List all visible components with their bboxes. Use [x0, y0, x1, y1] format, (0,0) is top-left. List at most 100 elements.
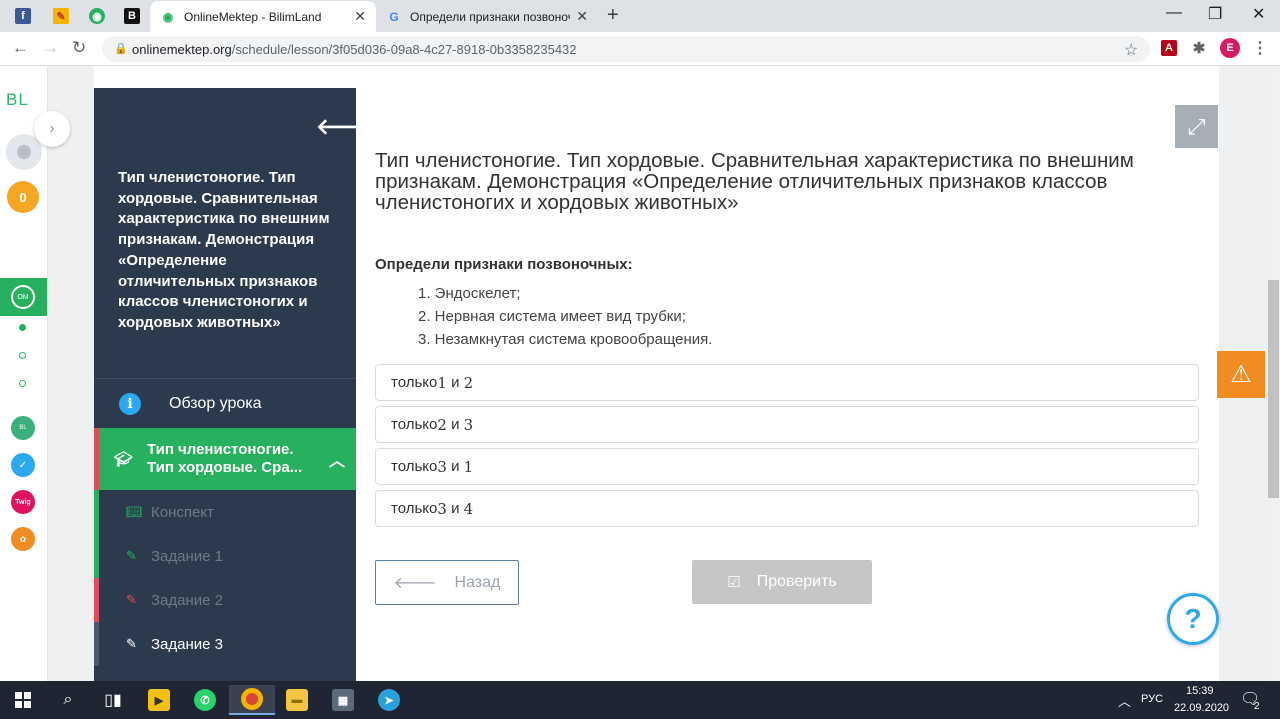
- window-close-button[interactable]: ✕: [1252, 4, 1265, 24]
- dot-icon[interactable]: [19, 380, 26, 387]
- pinned-tab-onlinemektep[interactable]: ◉: [82, 4, 112, 28]
- sidebar-item-label: Задание 3: [151, 635, 224, 653]
- bilim-test-icon[interactable]: ✓: [11, 453, 35, 477]
- back-nav-icon[interactable]: ←: [12, 39, 29, 57]
- bilim-icon: B: [124, 8, 140, 24]
- answer-option-4[interactable]: только 3 и 4: [375, 490, 1199, 527]
- current-marker: [94, 428, 99, 490]
- list-item: 2. Нервная система имеет вид трубки;: [418, 308, 686, 325]
- question-list: 1. Эндоскелет; 2. Нервная система имеет …: [418, 282, 712, 351]
- option-text: только: [391, 374, 438, 391]
- notification-count: 2: [1254, 701, 1260, 712]
- bilimland-logo[interactable]: BL: [6, 90, 29, 110]
- option-text: только: [391, 416, 438, 433]
- minimize-button[interactable]: —: [1166, 4, 1182, 22]
- input-language[interactable]: РУС: [1141, 693, 1163, 705]
- collapse-arrow-icon[interactable]: 🡐: [316, 114, 375, 140]
- chrome-icon[interactable]: [229, 685, 275, 715]
- rail-expand-chevron-icon[interactable]: ›: [34, 111, 70, 147]
- pinned-tab-facebook[interactable]: f: [8, 4, 38, 28]
- reload-icon[interactable]: ↻: [72, 39, 86, 57]
- option-text: и: [446, 416, 464, 433]
- address-toolbar: ← → ↻ 🔒 onlinemektep.org/schedule/lesson…: [0, 32, 1280, 66]
- pinned-tab-bilim[interactable]: B: [117, 4, 147, 28]
- onlinemektep-nav[interactable]: OM: [0, 278, 47, 316]
- status-bar: [94, 622, 99, 666]
- help-button[interactable]: ?: [1167, 593, 1219, 645]
- twig-icon[interactable]: Twig: [11, 490, 35, 514]
- sidebar-item-konspekt[interactable]: 📖︎ Конспект: [94, 490, 356, 534]
- search-icon[interactable]: ⌕: [45, 685, 91, 715]
- sidebar-item-task-1[interactable]: ✎ Задание 1: [94, 534, 356, 578]
- pinned-tab-sticky[interactable]: ✎: [46, 4, 76, 28]
- bilimland-app-icon[interactable]: BL: [11, 416, 35, 440]
- sidebar-item-label: Конспект: [151, 503, 214, 521]
- onlinemektep-icon: ◉: [89, 8, 105, 24]
- lock-icon: 🔒: [114, 43, 128, 55]
- checkbox-icon: ☑: [727, 574, 741, 591]
- scrollbar-thumb[interactable]: [1268, 280, 1279, 498]
- points-badge: 0: [7, 181, 39, 213]
- answer-option-3[interactable]: только 3 и 1: [375, 448, 1199, 485]
- file-explorer-icon[interactable]: ▬: [274, 685, 320, 715]
- sidebar-item-overview[interactable]: i Обзор урока: [94, 380, 356, 428]
- bookmark-star-icon[interactable]: ☆: [1124, 40, 1138, 60]
- left-padding: [48, 66, 94, 681]
- extensions-puzzle-icon[interactable]: ✱: [1191, 40, 1207, 57]
- tab-close-icon[interactable]: ✕: [354, 8, 366, 25]
- back-button-label: Назад: [454, 573, 501, 591]
- answer-option-1[interactable]: только 1 и 2: [375, 364, 1199, 401]
- url-bar[interactable]: 🔒 onlinemektep.org/schedule/lesson/3f05d…: [102, 36, 1150, 62]
- google-favicon-icon: G: [389, 9, 399, 24]
- windows-taskbar: ⌕ ▯▮ ▶ ✆ ▬ ▦ ➤ ︿ РУС 15:39 22.09.2020 🗨︎…: [0, 681, 1280, 719]
- chevron-up-icon[interactable]: ︿: [329, 447, 345, 471]
- option-number: 3: [463, 415, 474, 434]
- sidebar-item-task-2[interactable]: ✎ Задание 2: [94, 578, 356, 622]
- sidebar-item-task-3[interactable]: ✎ Задание 3: [94, 622, 356, 666]
- option-number: 3: [437, 457, 447, 476]
- dot-icon[interactable]: [19, 352, 26, 359]
- tab-google-search[interactable]: G Определи признаки позвоночн ✕: [376, 1, 598, 32]
- option-text: и: [446, 500, 464, 517]
- page-viewport: BL 0 OM BL ✓ Twig ✿ › 🡐 Тип членистоноги…: [0, 66, 1280, 681]
- user-icon: [17, 145, 31, 159]
- option-number: 4: [463, 499, 474, 518]
- dot-active-icon[interactable]: [19, 324, 26, 331]
- telegram-icon[interactable]: ➤: [366, 685, 412, 715]
- report-warning-icon[interactable]: ⚠: [1217, 351, 1265, 398]
- browser-menu-icon[interactable]: ⋮: [1252, 40, 1268, 57]
- new-tab-button[interactable]: +: [607, 5, 619, 25]
- tab-close-icon[interactable]: ✕: [576, 8, 588, 25]
- forward-nav-icon[interactable]: →: [42, 39, 59, 57]
- book-icon: 📖︎: [126, 504, 143, 519]
- status-bar: [94, 490, 99, 534]
- bilim-media-icon[interactable]: ✿: [11, 527, 35, 551]
- answer-option-2[interactable]: только 2 и 3: [375, 406, 1199, 443]
- option-number: 2: [463, 373, 474, 392]
- pdf-extension-icon[interactable]: A: [1161, 40, 1177, 56]
- restore-button[interactable]: ❐: [1208, 4, 1222, 24]
- info-icon: i: [119, 393, 141, 415]
- sidebar-item-current-topic[interactable]: 🎓︎ Тип членистоногие. Тип хордовые. Сра.…: [94, 428, 356, 490]
- sidebar-item-label: Обзор урока: [169, 395, 262, 412]
- list-item: 3. Незамкнутая система кровообращения.: [418, 331, 713, 348]
- tray-chevron-up-icon[interactable]: ︿: [1118, 691, 1131, 710]
- whatsapp-icon[interactable]: ✆: [182, 685, 228, 715]
- calculator-icon[interactable]: ▦: [320, 685, 366, 715]
- windows-start-icon[interactable]: [0, 685, 46, 715]
- fullscreen-expand-icon[interactable]: ⤢: [1175, 105, 1218, 148]
- graduation-cap-icon: 🎓︎: [114, 451, 134, 468]
- edit-icon: ✎: [126, 592, 137, 607]
- tab-onlinemektep[interactable]: ◉ OnlineMektep - BilimLand ✕: [150, 1, 376, 32]
- check-button[interactable]: ☑ Проверить: [692, 560, 872, 604]
- clock-time[interactable]: 15:39: [1186, 685, 1214, 697]
- player-app-icon[interactable]: ▶: [136, 685, 182, 715]
- task-view-icon[interactable]: ▯▮: [90, 685, 136, 715]
- option-text: и: [446, 374, 464, 391]
- option-text: и: [446, 458, 464, 475]
- back-button[interactable]: 🡐 Назад: [375, 560, 519, 605]
- profile-avatar[interactable]: E: [1220, 38, 1240, 58]
- onlinemektep-favicon-icon: ◉: [162, 9, 174, 24]
- clock-date[interactable]: 22.09.2020: [1174, 702, 1229, 714]
- browser-tab-bar: f ✎ ◉ B ◉ OnlineMektep - BilimLand ✕ G О…: [0, 0, 1280, 32]
